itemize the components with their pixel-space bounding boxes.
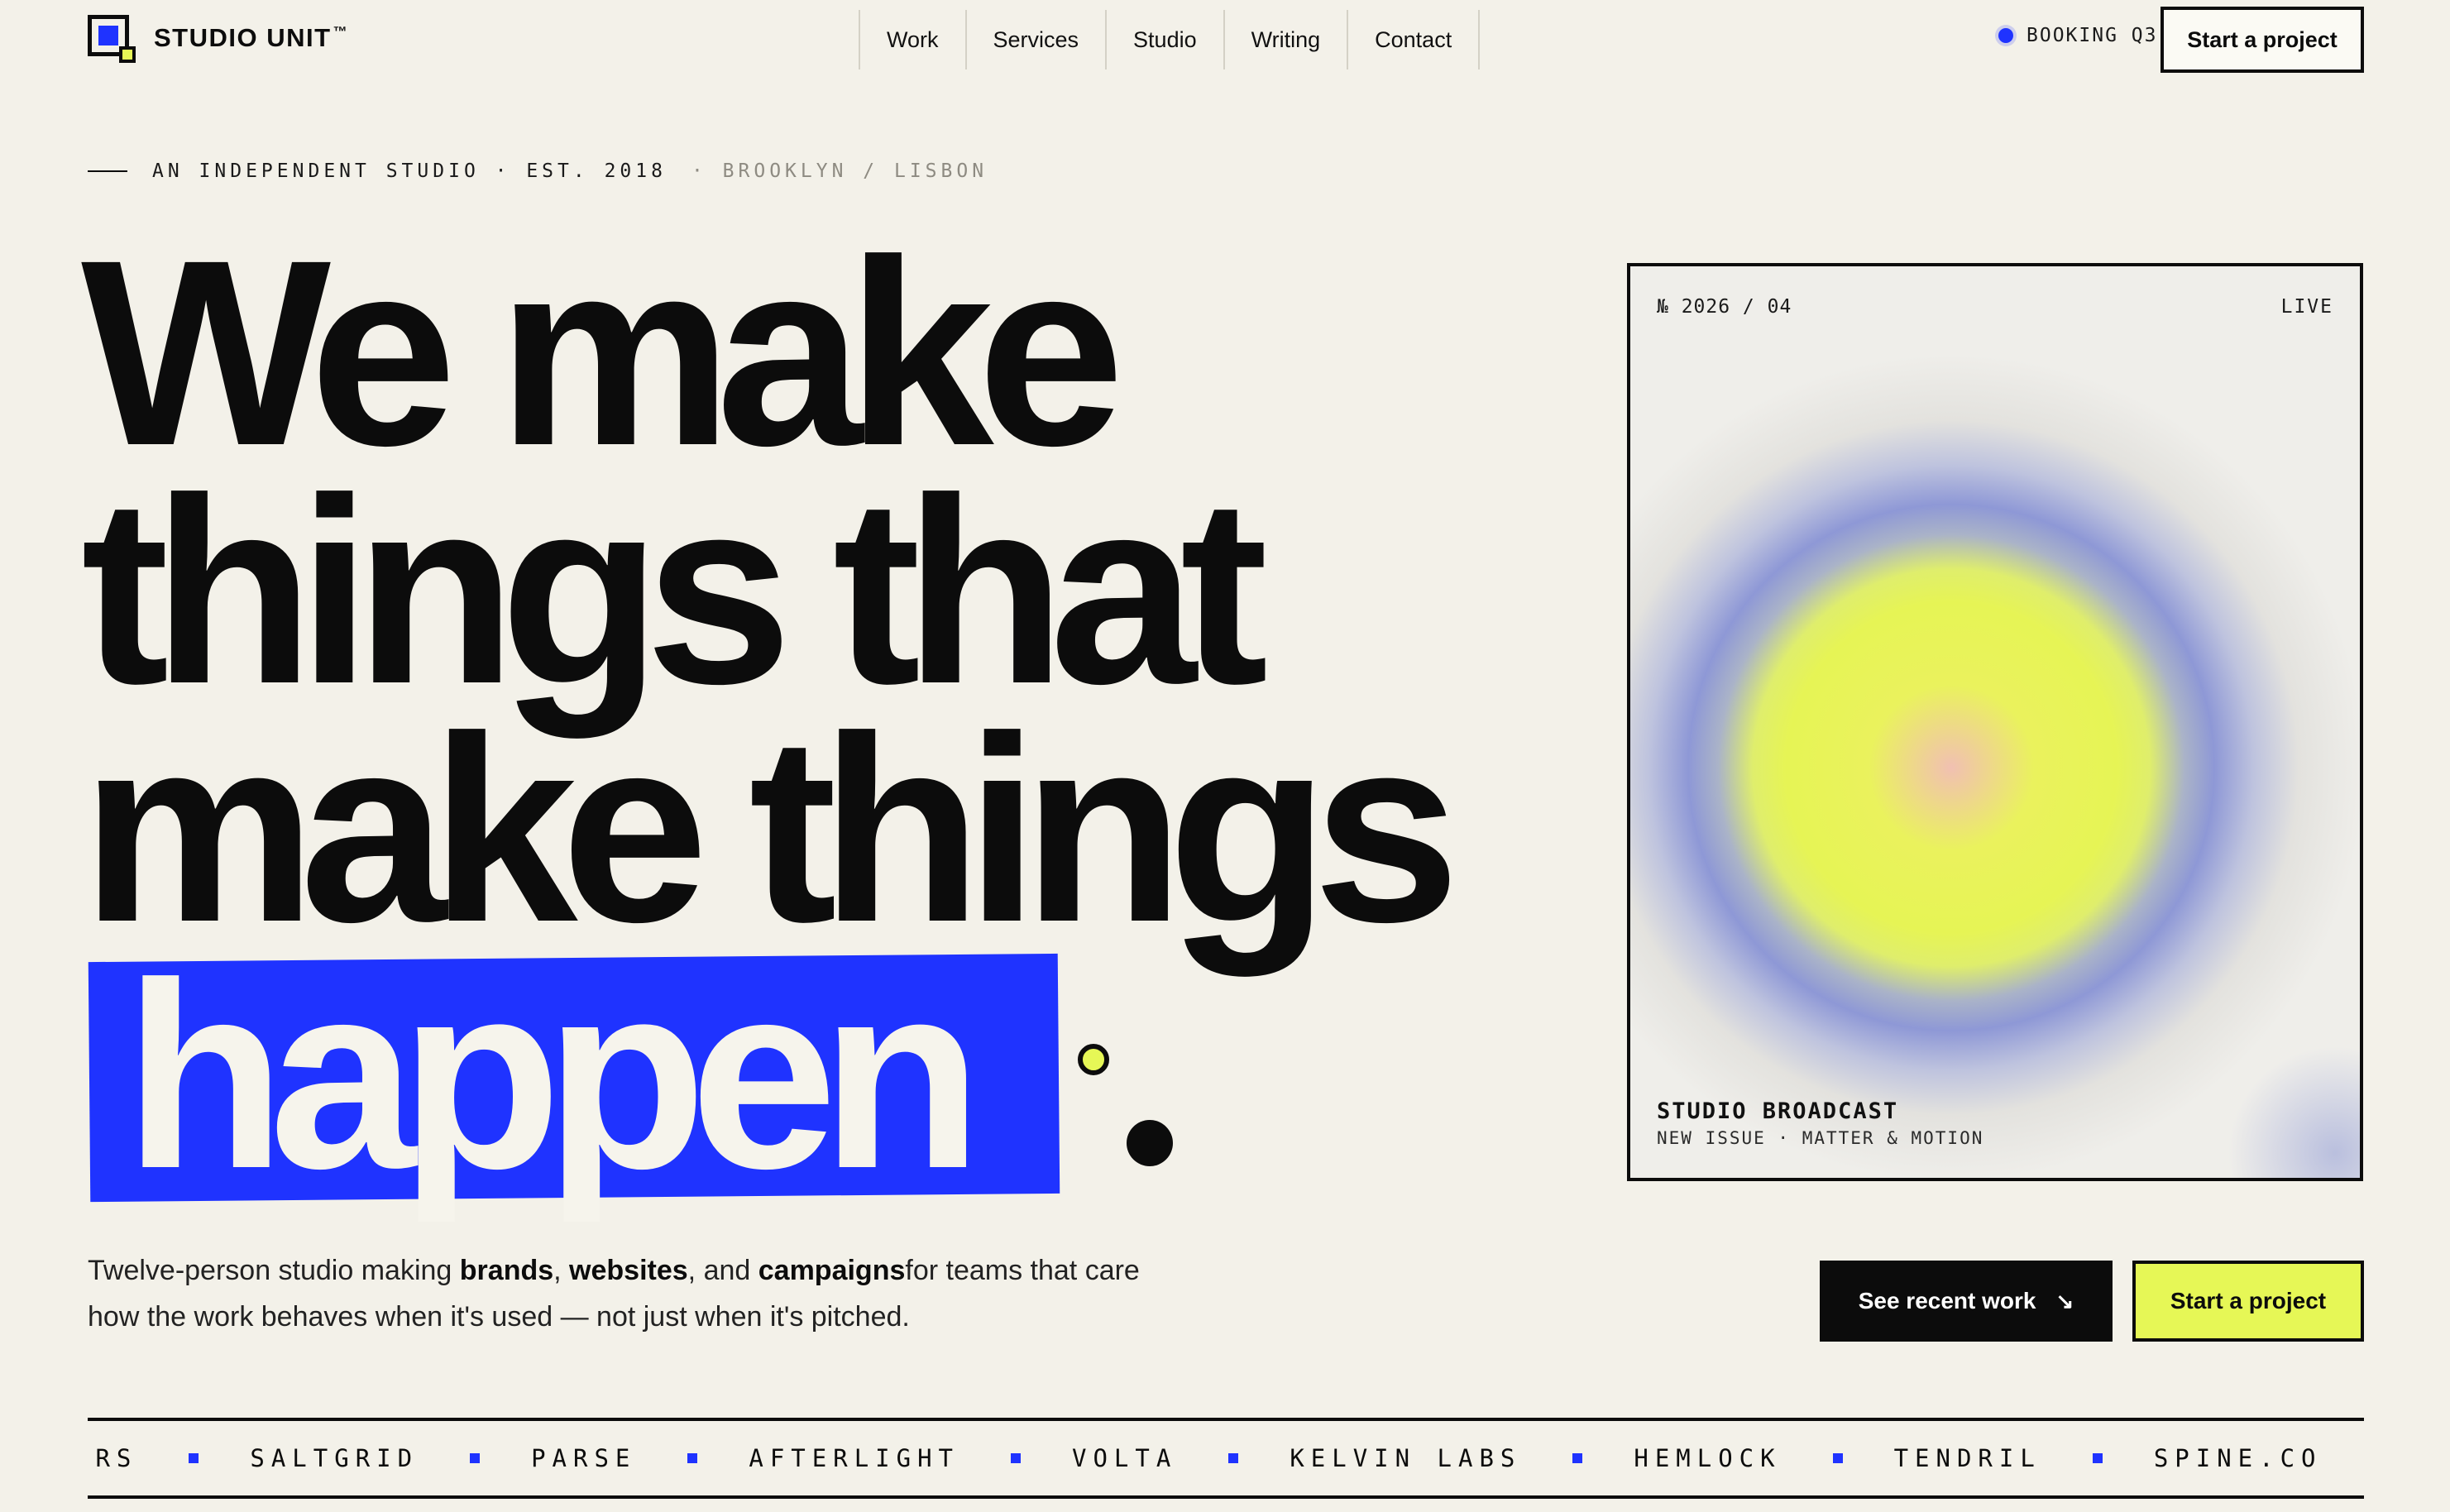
card-title: STUDIO BROADCAST	[1657, 1098, 1899, 1124]
client-name: SPINE.CO	[2153, 1444, 2323, 1472]
eyebrow-rule	[88, 170, 127, 172]
client-track: ORS SALTGRID PARSE AFTERLIGHT VOLTA KELV…	[88, 1421, 2364, 1495]
intro-brands: brands	[459, 1255, 554, 1286]
separator-square-icon	[687, 1453, 698, 1463]
card-subtitle: NEW ISSUE · MATTER & MOTION	[1657, 1128, 1984, 1148]
eyebrow-locations: · BROOKLYN / LISBON	[691, 160, 988, 182]
eyebrow: AN INDEPENDENT STUDIO · EST. 2018 · BROO…	[88, 160, 988, 182]
separator-square-icon	[1832, 1453, 1843, 1463]
nav-item-work[interactable]: Work	[860, 10, 967, 69]
trademark-mark: ™	[333, 24, 349, 40]
separator-square-icon	[2092, 1453, 2103, 1463]
start-project-button[interactable]: Start a project	[2132, 1261, 2364, 1342]
main-nav: Work Services Studio Writing Contact	[859, 10, 1481, 69]
booking-status: BOOKING Q3	[1998, 25, 2157, 46]
card-glow	[2227, 1045, 2360, 1178]
client-name: ORS	[88, 1444, 138, 1472]
header-start-project-button[interactable]: Start a project	[2160, 7, 2364, 73]
separator-square-icon	[1228, 1453, 1239, 1463]
yellow-dot-icon	[1078, 1044, 1109, 1075]
client-name: HEMLOCK	[1634, 1444, 1782, 1472]
separator-square-icon	[1011, 1453, 1021, 1463]
broadcast-card[interactable]: № 2026 / 04 LIVE STUDIO BROADCAST NEW IS…	[1627, 263, 2363, 1181]
see-recent-work-label: See recent work	[1858, 1288, 2036, 1313]
headline-highlight-word: happen	[124, 927, 983, 1223]
headline-line-1: We make	[81, 204, 1125, 500]
hero-headline: We make things that make things happen	[81, 204, 1460, 1208]
booking-label: BOOKING Q3	[2027, 25, 2158, 46]
nav-item-writing[interactable]: Writing	[1225, 10, 1349, 69]
period-dot-icon	[1127, 1120, 1173, 1166]
intro-campaigns: campaigns	[758, 1255, 906, 1286]
client-name: VOLTA	[1072, 1444, 1178, 1472]
nav-item-studio[interactable]: Studio	[1107, 10, 1225, 69]
card-issue-number: № 2026 / 04	[1657, 296, 1792, 318]
status-dot-icon	[1998, 28, 2013, 43]
brand-name: STUDIO UNIT ™	[154, 23, 349, 52]
client-name: PARSE	[531, 1444, 637, 1472]
headline-line-3: make things	[81, 681, 1460, 977]
client-name: AFTERLIGHT	[749, 1444, 959, 1472]
separator-square-icon	[189, 1453, 199, 1463]
eyebrow-text: AN INDEPENDENT STUDIO · EST. 2018	[152, 160, 667, 182]
intro-paragraph: Twelve-person studio making brands, webs…	[88, 1255, 1140, 1333]
client-marquee: ORS SALTGRID PARSE AFTERLIGHT VOLTA KELV…	[88, 1418, 2364, 1499]
see-recent-work-button[interactable]: See recent work ↘	[1820, 1261, 2113, 1342]
nav-item-contact[interactable]: Contact	[1348, 10, 1481, 69]
headline-line-2: things that	[81, 443, 1268, 739]
client-name: TENDRIL	[1893, 1444, 2041, 1472]
nav-item-services[interactable]: Services	[967, 10, 1108, 69]
headline-line-4: happen	[81, 943, 1443, 1208]
logo-mark-icon	[88, 15, 136, 63]
brand-logo[interactable]: STUDIO UNIT ™	[88, 15, 349, 63]
separator-square-icon	[470, 1453, 481, 1463]
arrow-down-right-icon: ↘	[2055, 1288, 2074, 1313]
card-live-badge: LIVE	[2280, 296, 2333, 318]
separator-square-icon	[1572, 1453, 1583, 1463]
client-name: SALTGRID	[250, 1444, 419, 1472]
client-name: KELVIN LABS	[1290, 1444, 1522, 1472]
intro-websites: websites	[569, 1255, 688, 1286]
